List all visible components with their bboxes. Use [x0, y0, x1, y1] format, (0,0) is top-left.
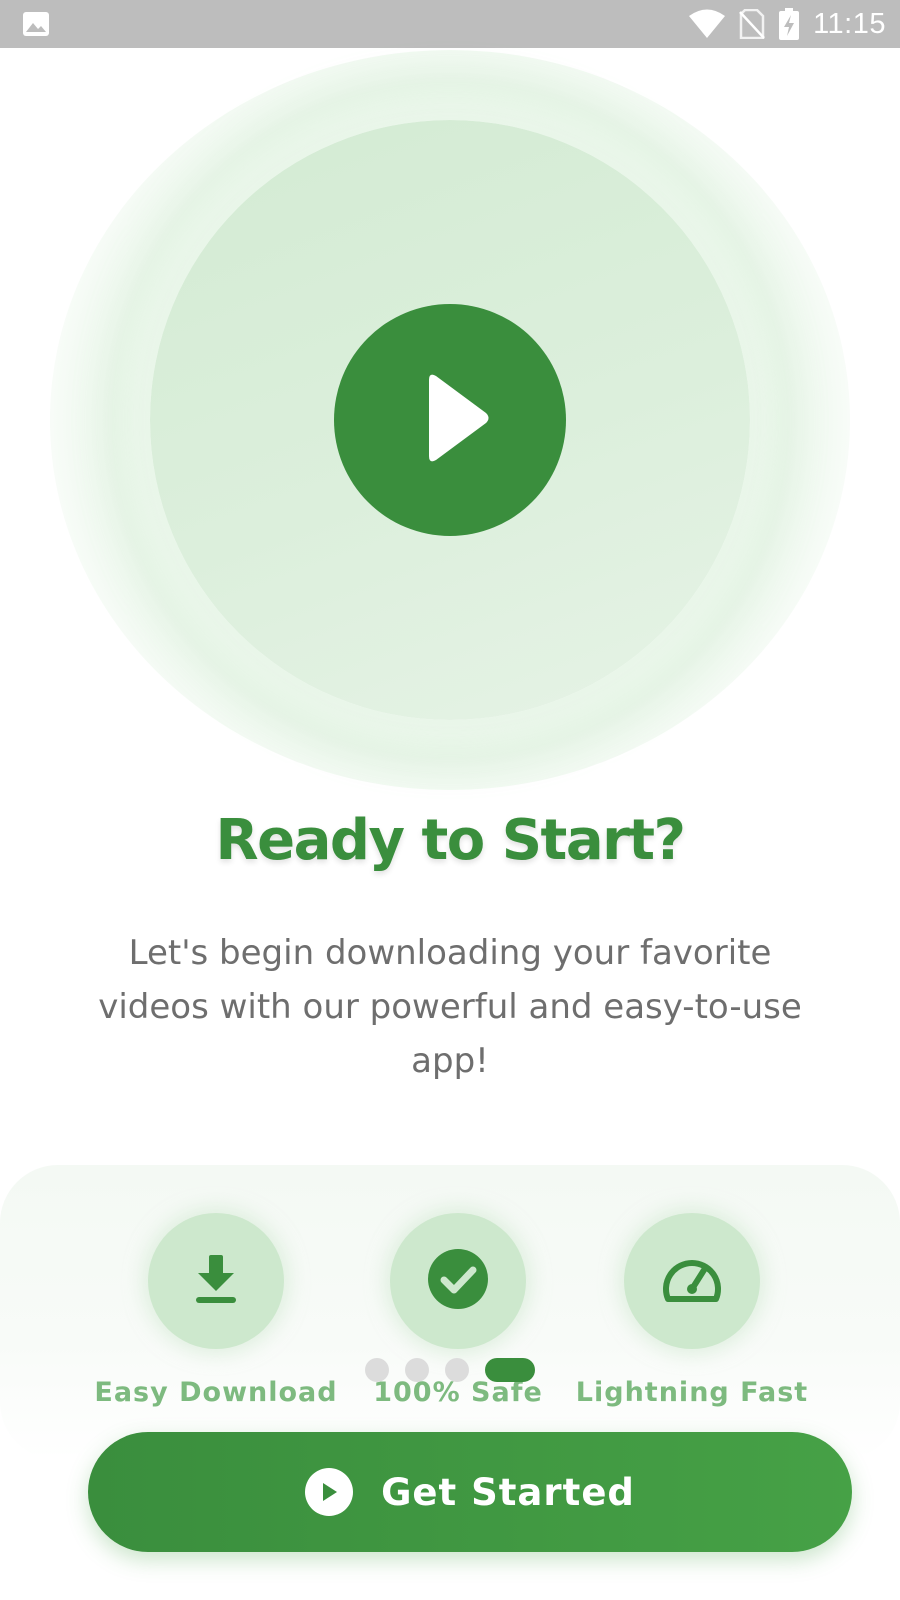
feature-lightning-fast: Lightning Fast	[562, 1213, 822, 1408]
play-icon	[407, 370, 493, 470]
page-dot[interactable]	[365, 1358, 389, 1382]
page-title: Ready to Start?	[215, 808, 686, 873]
page-dot-active[interactable]	[485, 1358, 535, 1382]
hero-play-badge	[334, 304, 566, 536]
no-sim-icon	[739, 9, 765, 39]
speedometer-icon	[661, 1254, 723, 1308]
page-dot[interactable]	[445, 1358, 469, 1382]
feature-icon-circle	[148, 1213, 284, 1349]
get-started-button[interactable]: Get Started	[88, 1432, 852, 1552]
page-dot[interactable]	[405, 1358, 429, 1382]
wifi-icon	[689, 9, 726, 39]
page-indicator	[365, 1358, 565, 1382]
page-subtitle: Let's begin downloading your favorite vi…	[98, 933, 802, 1081]
play-circle-icon	[305, 1468, 354, 1516]
feature-icon-circle	[624, 1213, 760, 1349]
image-notification-icon	[22, 11, 50, 37]
status-indicators: 11:15	[689, 0, 886, 48]
check-circle-icon	[427, 1248, 489, 1314]
feature-label: Lightning Fast	[575, 1377, 809, 1408]
feature-label: Easy Download	[94, 1377, 338, 1408]
status-time: 11:15	[813, 7, 886, 40]
get-started-label: Get Started	[381, 1470, 635, 1514]
feature-easy-download: Easy Download	[86, 1213, 346, 1408]
status-bar: 11:15	[0, 0, 900, 48]
feature-icon-circle	[390, 1213, 526, 1349]
download-icon	[194, 1253, 238, 1309]
battery-charging-icon	[779, 8, 800, 40]
